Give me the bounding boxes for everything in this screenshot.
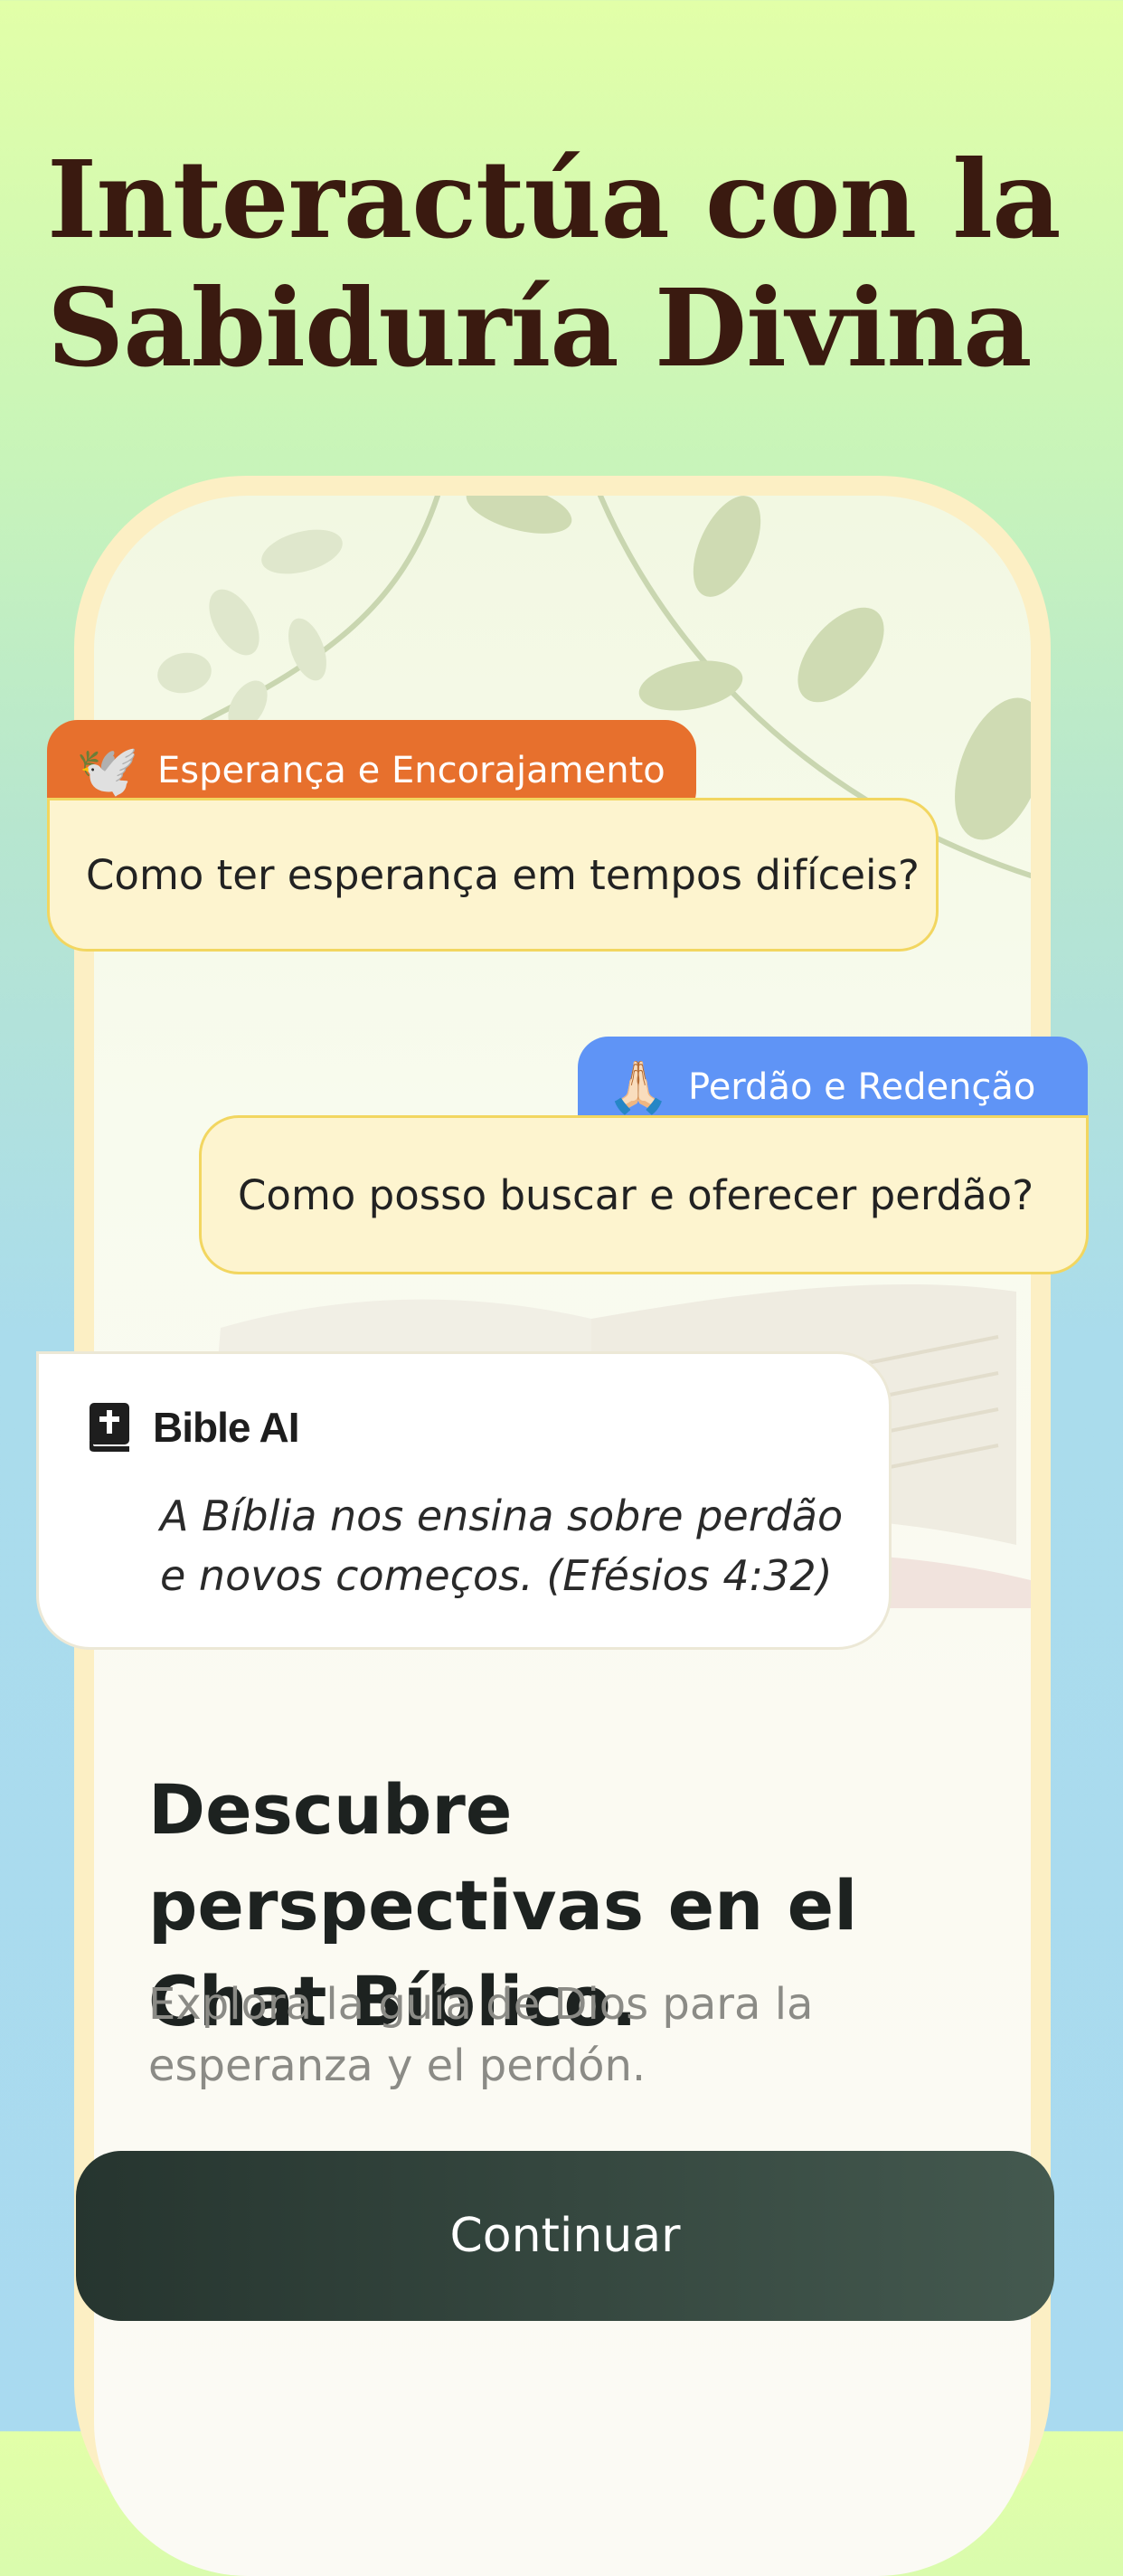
section-subtext: Explora la guía de Dios para la esperanz… [148, 1979, 814, 2091]
chat-question-forgiveness[interactable]: Como posso buscar e oferecer perdão? [199, 1115, 1089, 1274]
dove-icon: 🕊️ [76, 742, 139, 800]
chat-question-text: Como ter esperança em tempos difíceis? [86, 850, 920, 899]
category-tag-label: Esperança e Encorajamento [157, 750, 665, 791]
ai-reply-text: A Bíblia nos ensina sobre perdão e novos… [160, 1492, 844, 1600]
bible-icon [90, 1403, 129, 1452]
ai-reply-header: Bible AI [86, 1401, 300, 1454]
page-title-line-2: Sabiduría Divina [47, 265, 1033, 391]
page-title: Interactúa con la Sabiduría Divina [47, 136, 1062, 393]
ai-name: Bible AI [153, 1404, 300, 1451]
ai-reply-card: Bible AI A Bíblia nos ensina sobre perdã… [36, 1351, 892, 1650]
continue-button[interactable]: Continuar [76, 2151, 1054, 2321]
category-tag-label: Perdão e Redenção [688, 1066, 1036, 1108]
page-title-line-1: Interactúa con la [47, 137, 1062, 262]
praying-hands-icon: 🙏🏻 [607, 1058, 670, 1117]
chat-question-hope[interactable]: Como ter esperança em tempos difíceis? [47, 798, 939, 952]
chat-question-text: Como posso buscar e oferecer perdão? [238, 1170, 1034, 1219]
